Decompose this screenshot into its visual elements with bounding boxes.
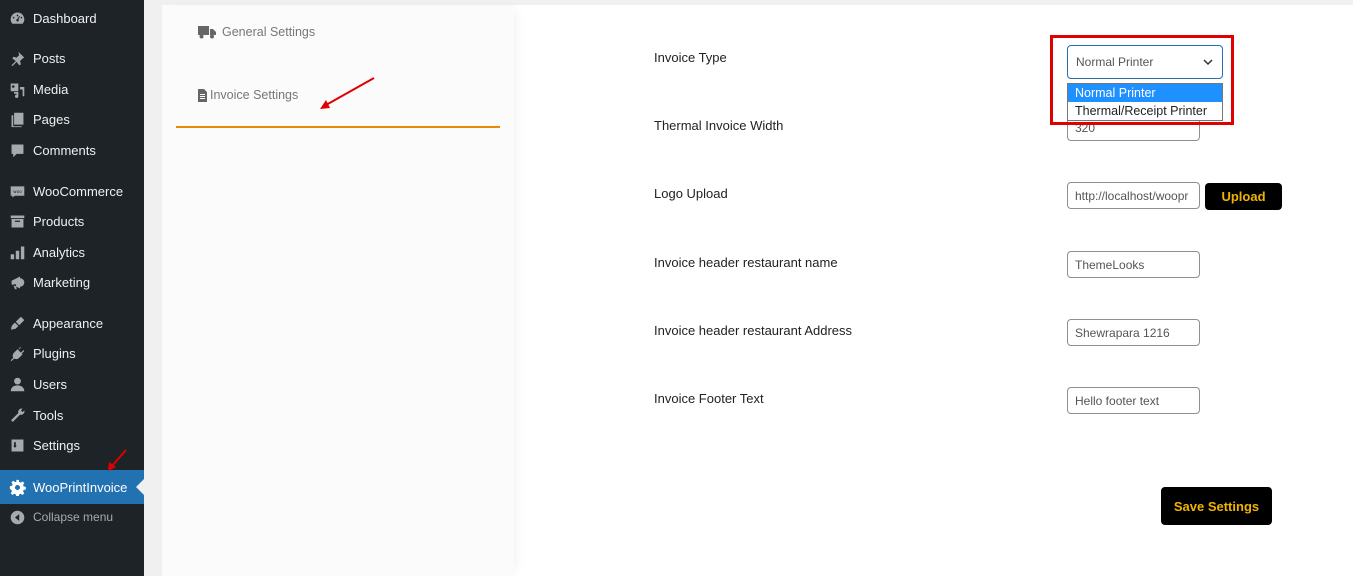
sidebar-item-label: WooPrintInvoice xyxy=(33,479,128,495)
sidebar-item-label: Pages xyxy=(33,111,70,127)
sidebar-item-label: Comments xyxy=(33,142,96,158)
sidebar-item-analytics[interactable]: Analytics xyxy=(0,235,144,269)
main-content: General Settings Invoice Settings Invoic… xyxy=(144,0,1353,576)
collapse-menu-button[interactable]: Collapse menu xyxy=(0,500,144,534)
save-settings-button[interactable]: Save Settings xyxy=(1161,487,1272,525)
invoice-type-label: Invoice Type xyxy=(654,50,727,65)
sidebar-item-label: WooCommerce xyxy=(33,183,124,199)
sidebar-item-tools[interactable]: Tools xyxy=(0,398,144,432)
logo-upload-label: Logo Upload xyxy=(654,186,728,201)
gear-icon xyxy=(7,477,27,497)
comment-icon xyxy=(7,140,27,160)
sidebar-item-label: Appearance xyxy=(33,315,104,331)
bar-chart-icon xyxy=(7,242,27,262)
settings-sliders-icon xyxy=(7,435,27,455)
sidebar-item-media[interactable]: Media xyxy=(0,72,144,106)
restaurant-address-input[interactable] xyxy=(1067,319,1200,346)
megaphone-icon xyxy=(7,272,27,292)
sidebar-item-posts[interactable]: Posts xyxy=(0,41,144,75)
sidebar-item-label: Marketing xyxy=(33,274,91,290)
archive-icon xyxy=(7,211,27,231)
settings-panel: General Settings Invoice Settings Invoic… xyxy=(162,5,1353,576)
pin-icon xyxy=(7,48,27,68)
sidebar-item-label: Dashboard xyxy=(33,10,97,26)
sidebar-item-woocommerce[interactable]: woo WooCommerce xyxy=(0,174,144,208)
sidebar-item-label: Settings xyxy=(33,437,80,453)
sidebar-item-appearance[interactable]: Appearance xyxy=(0,306,144,340)
footer-text-label: Invoice Footer Text xyxy=(654,391,764,406)
invoice-settings-form: Invoice Type Thermal Invoice Width Logo … xyxy=(162,5,1353,576)
user-icon xyxy=(7,374,27,394)
pages-icon xyxy=(7,109,27,129)
collapse-icon xyxy=(7,507,27,527)
upload-button[interactable]: Upload xyxy=(1205,183,1282,210)
sidebar-item-label: Analytics xyxy=(33,244,86,260)
brush-icon xyxy=(7,313,27,333)
thermal-width-label: Thermal Invoice Width xyxy=(654,118,784,133)
sidebar-item-label: Collapse menu xyxy=(33,510,114,524)
media-icon xyxy=(7,79,27,99)
sidebar-item-comments[interactable]: Comments xyxy=(0,133,144,167)
wrench-icon xyxy=(7,405,27,425)
sidebar-item-label: Tools xyxy=(33,407,64,423)
invoice-type-dropdown: Normal Printer Thermal/Receipt Printer xyxy=(1067,83,1223,121)
sidebar-item-pages[interactable]: Pages xyxy=(0,102,144,136)
svg-text:woo: woo xyxy=(13,190,22,195)
sidebar-item-label: Posts xyxy=(33,50,66,66)
sidebar-item-label: Plugins xyxy=(33,345,76,361)
dropdown-option-normal-printer[interactable]: Normal Printer xyxy=(1068,84,1222,102)
footer-text-input[interactable] xyxy=(1067,387,1200,414)
sidebar-item-settings[interactable]: Settings xyxy=(0,428,144,462)
select-value: Normal Printer xyxy=(1076,55,1154,69)
woo-icon: woo xyxy=(7,181,27,201)
sidebar-item-plugins[interactable]: Plugins xyxy=(0,336,144,370)
dashboard-icon xyxy=(7,8,27,28)
restaurant-name-input[interactable] xyxy=(1067,251,1200,278)
dropdown-option-thermal-printer[interactable]: Thermal/Receipt Printer xyxy=(1068,102,1222,120)
restaurant-name-label: Invoice header restaurant name xyxy=(654,255,838,270)
sidebar-item-label: Products xyxy=(33,213,85,229)
restaurant-address-label: Invoice header restaurant Address xyxy=(654,323,853,338)
sidebar-item-dashboard[interactable]: Dashboard xyxy=(0,1,144,35)
plug-icon xyxy=(7,343,27,363)
sidebar-item-marketing[interactable]: Marketing xyxy=(0,265,144,299)
sidebar-item-products[interactable]: Products xyxy=(0,204,144,238)
sidebar-item-wooprintinvoice[interactable]: WooPrintInvoice xyxy=(0,470,144,504)
invoice-type-select[interactable]: Normal Printer xyxy=(1067,45,1223,79)
admin-sidebar: Dashboard Posts Media Pages Comments woo… xyxy=(0,0,144,576)
logo-url-input[interactable] xyxy=(1067,182,1200,209)
sidebar-item-label: Media xyxy=(33,81,69,97)
chevron-down-icon xyxy=(1203,59,1213,66)
sidebar-item-label: Users xyxy=(33,376,67,392)
sidebar-item-users[interactable]: Users xyxy=(0,367,144,401)
